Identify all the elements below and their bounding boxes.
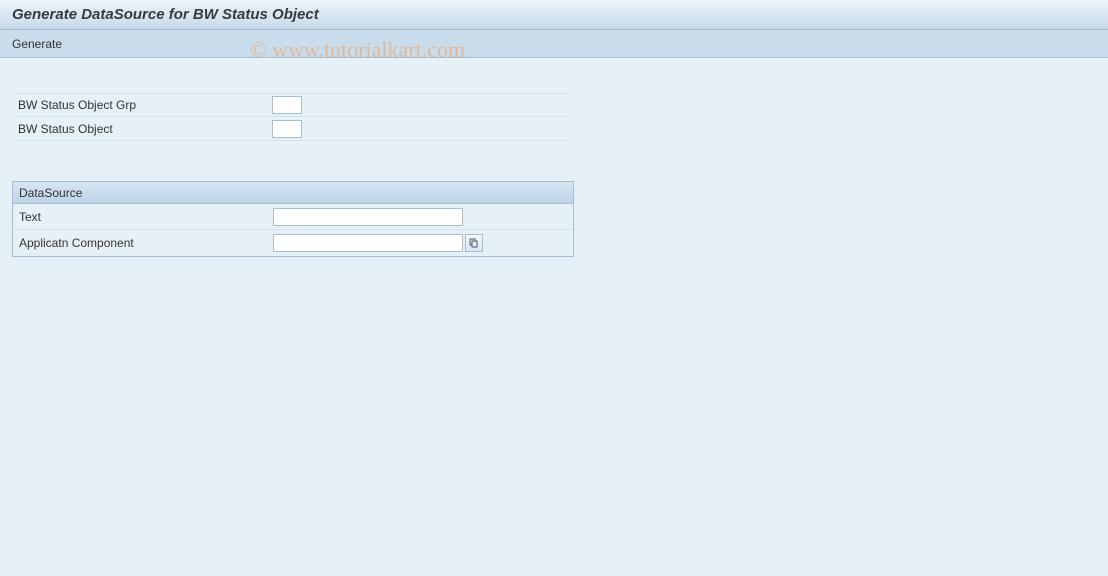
datasource-panel-body: Text Applicatn Component: [13, 204, 573, 256]
generate-button[interactable]: Generate: [12, 37, 62, 51]
title-bar: Generate DataSource for BW Status Object: [0, 0, 1108, 30]
application-component-label: Applicatn Component: [13, 236, 273, 250]
text-input[interactable]: [273, 208, 463, 226]
page-title: Generate DataSource for BW Status Object: [12, 6, 319, 23]
bw-status-object-grp-label: BW Status Object Grp: [12, 98, 272, 112]
datasource-panel-header: DataSource: [13, 182, 573, 204]
application-component-input[interactable]: [273, 234, 463, 252]
panel-row-text: Text: [13, 204, 573, 230]
search-help-icon: [469, 238, 479, 248]
selection-fields: BW Status Object Grp BW Status Object: [12, 93, 572, 141]
field-row-obj: BW Status Object: [12, 117, 572, 141]
bw-status-object-grp-input[interactable]: [272, 96, 302, 114]
bw-status-object-input[interactable]: [272, 120, 302, 138]
datasource-panel: DataSource Text Applicatn Component: [12, 181, 574, 257]
application-component-f4-button[interactable]: [465, 234, 483, 252]
bw-status-object-label: BW Status Object: [12, 122, 272, 136]
panel-row-component: Applicatn Component: [13, 230, 573, 256]
content-area: BW Status Object Grp BW Status Object Da…: [0, 58, 1108, 269]
application-toolbar: Generate: [0, 30, 1108, 58]
text-label: Text: [13, 210, 273, 224]
field-row-grp: BW Status Object Grp: [12, 93, 572, 117]
